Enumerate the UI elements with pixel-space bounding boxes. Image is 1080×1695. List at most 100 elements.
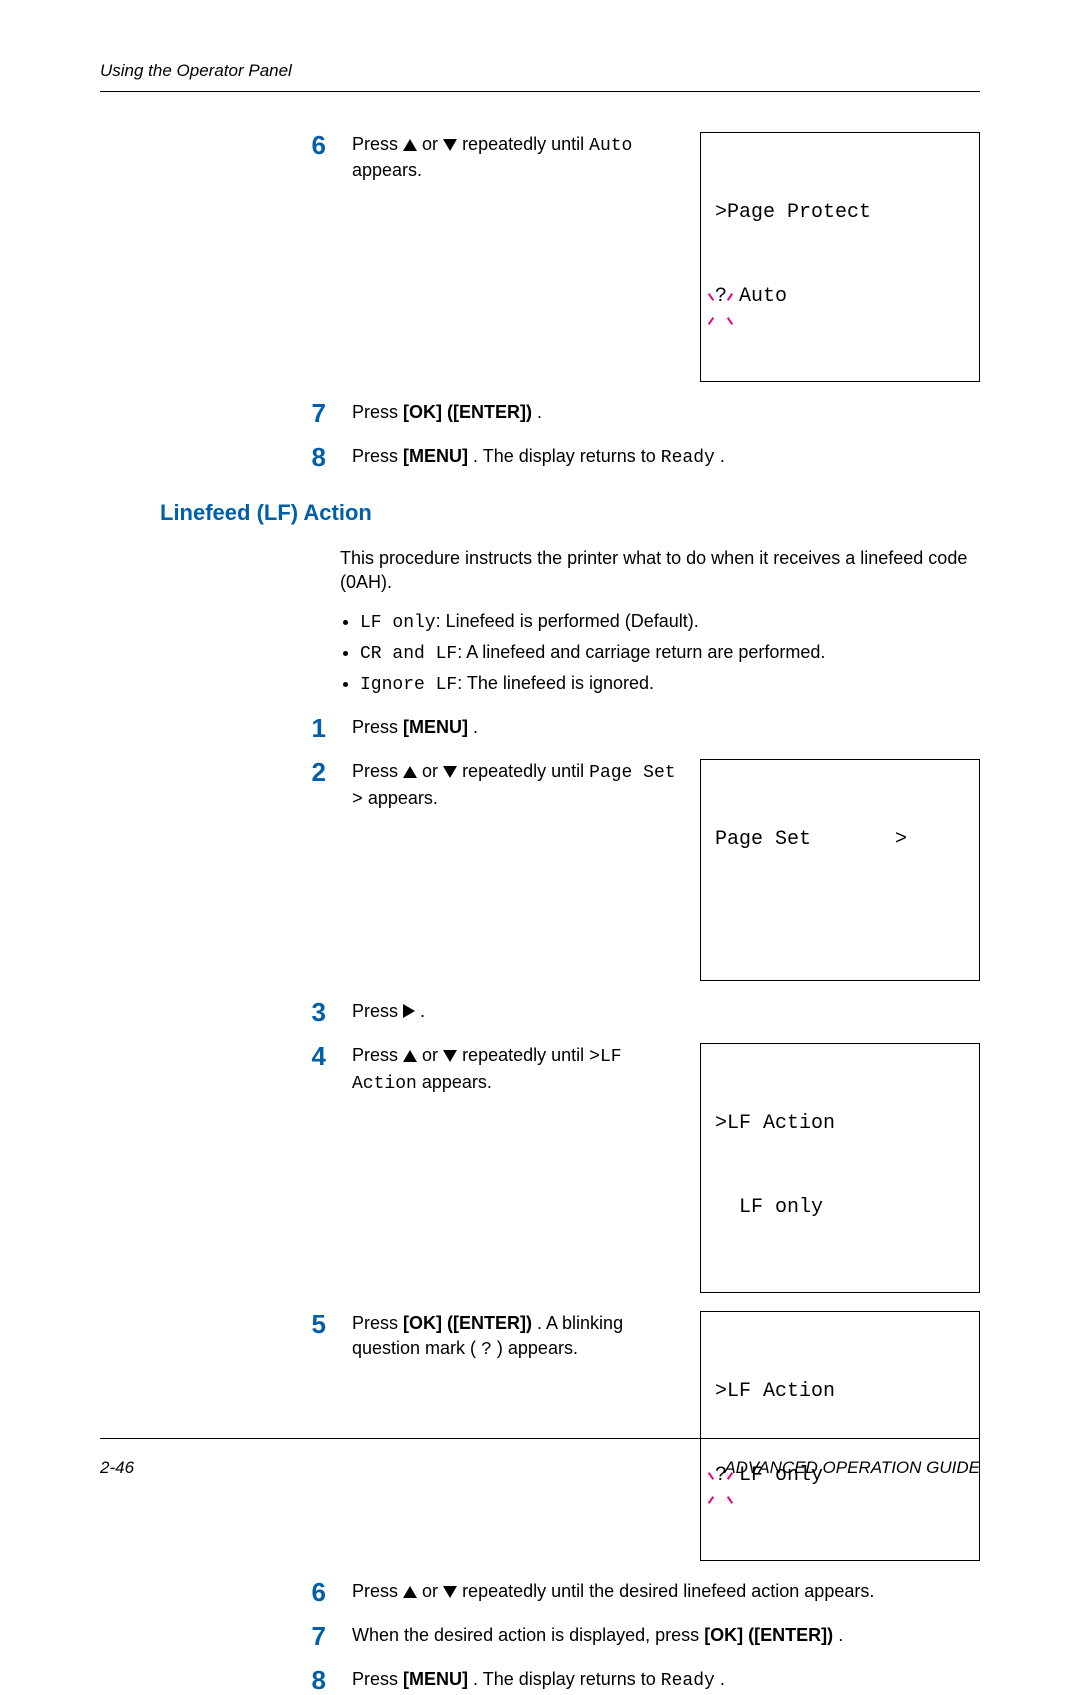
display-line: >Page Protect [715,199,965,227]
text: : The linefeed is ignored. [457,673,654,693]
text: Press [352,134,403,154]
step-text: When the desired action is displayed, pr… [352,1623,980,1647]
text: appears. [422,1072,492,1092]
text: : Linefeed is performed (Default). [436,611,699,631]
bold-text: [MENU] [403,446,468,466]
step-text: Press or repeatedly until the desired li… [352,1579,980,1603]
display-lf-action: >LF Action LF only [700,1043,980,1293]
mono-text: Ready [661,1671,715,1691]
step-6: 6 Press or repeatedly until Auto appears… [300,132,980,382]
section-step-8: 8 Press [MENU] . The display returns to … [300,1667,980,1693]
display-line: >LF Action [715,1378,965,1406]
mono-text: Ignore LF [360,675,457,695]
bold-text: [MENU] [403,1669,468,1689]
text: or [422,1581,443,1601]
right-arrow-icon [403,1004,415,1018]
text: . The display returns to [473,1669,661,1689]
step-text: Press [OK] ([ENTER]) . [352,400,980,424]
section-heading: Linefeed (LF) Action [160,498,980,528]
divider-bottom [100,1438,980,1439]
text: Press [352,761,403,781]
step-number: 3 [300,999,326,1025]
step-text: Press [OK] ([ENTER]) . A blinking questi… [352,1311,682,1362]
mono-text: LF only [360,613,436,633]
mono-text: ? [481,1340,492,1360]
section-intro: This procedure instructs the printer wha… [340,546,980,595]
step-number: 7 [300,1623,326,1649]
text: . The display returns to [473,446,661,466]
down-arrow-icon [443,1050,457,1062]
text: or [422,761,443,781]
text: . [473,717,478,737]
step-text: Press or repeatedly until Page Set > app… [352,759,682,812]
bold-text: [OK] ([ENTER]) [403,402,532,422]
text: repeatedly until [462,761,589,781]
step-text: Press [MENU] . The display returns to Re… [352,444,980,470]
down-arrow-icon [443,766,457,778]
step-8: 8 Press [MENU] . The display returns to … [300,444,980,470]
step-number: 8 [300,444,326,470]
page-number: 2-46 [100,1457,134,1480]
text: Press [352,402,403,422]
text: . [420,1001,425,1021]
mono-text: Auto [589,136,632,156]
display-page-protect: >Page Protect ? Auto [700,132,980,382]
section-step-3: 3 Press . [300,999,980,1025]
step-number: 1 [300,715,326,741]
text: Press [352,1001,403,1021]
text: or [422,1045,443,1065]
step-number: 5 [300,1311,326,1337]
section-step-6: 6 Press or repeatedly until the desired … [300,1579,980,1605]
step-number: 2 [300,759,326,785]
display-page-set: Page Set > [700,759,980,981]
footer: 2-46 ADVANCED OPERATION GUIDE [100,1457,980,1480]
text: repeatedly until [462,1045,589,1065]
step-number: 7 [300,400,326,426]
footer-title: ADVANCED OPERATION GUIDE [724,1457,980,1480]
text: . [720,446,725,466]
down-arrow-icon [443,139,457,151]
text: When the desired action is displayed, pr… [352,1625,704,1645]
step-number: 4 [300,1043,326,1069]
text: Press [352,717,403,737]
down-arrow-icon [443,1586,457,1598]
text: repeatedly until [462,134,589,154]
mono-text: CR and LF [360,644,457,664]
section-step-2: 2 Press or repeatedly until Page Set > a… [300,759,980,981]
list-item: Ignore LF: The linefeed is ignored. [360,671,980,697]
up-arrow-icon [403,139,417,151]
up-arrow-icon [403,1050,417,1062]
text: repeatedly until the desired linefeed ac… [462,1581,874,1601]
display-line-text: ? Auto [715,285,787,308]
display-line: LF only [715,1194,965,1222]
list-item: LF only: Linefeed is performed (Default)… [360,609,980,635]
running-header: Using the Operator Panel [100,60,980,83]
page: Using the Operator Panel 6 Press or repe… [0,0,1080,1528]
text: Press [352,1045,403,1065]
list-item: CR and LF: A linefeed and carriage retur… [360,640,980,666]
text: Press [352,1313,403,1333]
display-line: >LF Action [715,1110,965,1138]
text: Press [352,1581,403,1601]
text: or [422,134,443,154]
bold-text: [OK] ([ENTER]) [403,1313,532,1333]
text: . [537,402,542,422]
step-number: 6 [300,1579,326,1605]
step-text: Press or repeatedly until >LF Action app… [352,1043,682,1096]
step-number: 6 [300,132,326,158]
text: Press [352,1669,403,1689]
up-arrow-icon [403,766,417,778]
step-text: Press or repeatedly until Auto appears. [352,132,682,183]
text: appears. [368,788,438,808]
step-text: Press [MENU] . [352,715,980,739]
option-list: LF only: Linefeed is performed (Default)… [340,609,980,698]
text: ) appears. [497,1338,578,1358]
text: appears. [352,160,422,180]
display-line: Page Set > [715,826,965,854]
text: . [720,1669,725,1689]
text: Press [352,446,403,466]
mono-text: Ready [661,448,715,468]
section-step-5: 5 Press [OK] ([ENTER]) . A blinking ques… [300,1311,980,1561]
section-step-7: 7 When the desired action is displayed, … [300,1623,980,1649]
text: : A linefeed and carriage return are per… [457,642,825,662]
